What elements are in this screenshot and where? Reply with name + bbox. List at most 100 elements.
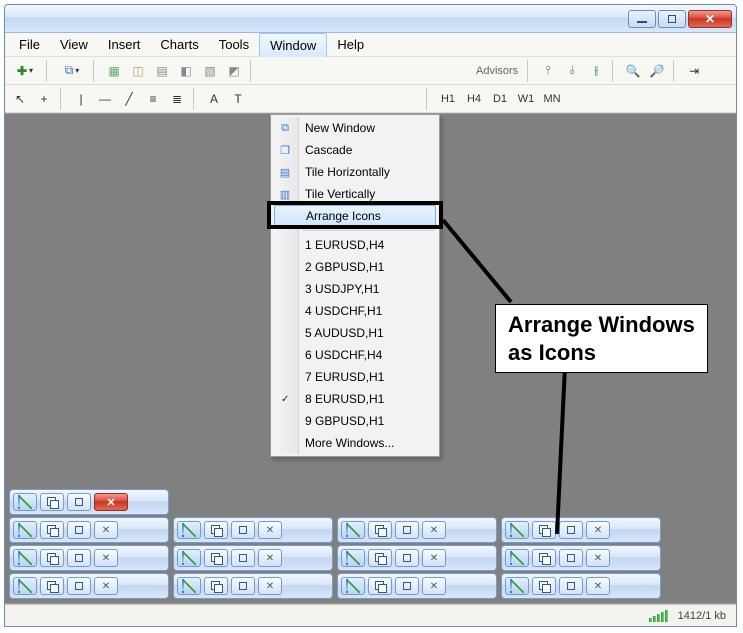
minwin-restore-button[interactable] [368,549,392,567]
strategy-tester-button[interactable]: ◧ [175,60,197,82]
minwin-close-button[interactable]: ✕ [94,549,118,567]
minimized-window[interactable]: ✕ [501,517,661,543]
indicator-button-1[interactable]: ⫯ [537,60,559,82]
minwin-close-button[interactable]: ✕ [258,549,282,567]
minimized-window[interactable]: ✕ [337,545,497,571]
text-button[interactable]: A [203,88,225,110]
menu-insert[interactable]: Insert [98,33,151,56]
menu-help[interactable]: Help [327,33,374,56]
minimized-window[interactable]: ✕ [9,489,169,515]
minwin-maximize-button[interactable] [395,577,419,595]
minwin-restore-button[interactable] [368,521,392,539]
minimized-window[interactable]: ✕ [173,573,333,599]
minwin-maximize-button[interactable] [395,549,419,567]
new-chart-button[interactable]: ✚▾ [9,60,41,82]
minwin-maximize-button[interactable] [67,493,91,511]
minimized-window[interactable]: ✕ [337,573,497,599]
timeframe-h1[interactable]: H1 [436,88,460,110]
minwin-maximize-button[interactable] [231,549,255,567]
menu-window-9[interactable]: 9 GBPUSD,H1 [273,410,437,432]
minwin-close-button[interactable]: ✕ [422,549,446,567]
window-maximize-button[interactable] [658,10,686,28]
minwin-maximize-button[interactable] [67,577,91,595]
navigator-button[interactable]: ◫ [127,60,149,82]
trendline-button[interactable]: ╱ [118,88,140,110]
minwin-restore-button[interactable] [532,521,556,539]
menu-file[interactable]: File [9,33,50,56]
menu-arrange-icons[interactable]: Arrange Icons [274,205,436,227]
menu-window-7[interactable]: 7 EURUSD,H1 [273,366,437,388]
minwin-restore-button[interactable] [204,521,228,539]
minwin-restore-button[interactable] [532,549,556,567]
menu-tile-horizontally[interactable]: ▤ Tile Horizontally [273,161,437,183]
vline-button[interactable]: | [70,88,92,110]
minwin-restore-button[interactable] [368,577,392,595]
minwin-maximize-button[interactable] [231,577,255,595]
minwin-close-button[interactable]: ✕ [94,493,128,511]
timeframe-d1[interactable]: D1 [488,88,512,110]
minwin-maximize-button[interactable] [67,549,91,567]
minwin-close-button[interactable]: ✕ [258,577,282,595]
minwin-maximize-button[interactable] [395,521,419,539]
minimized-window[interactable]: ✕ [501,573,661,599]
minwin-close-button[interactable]: ✕ [422,521,446,539]
menu-window-8[interactable]: ✓ 8 EURUSD,H1 [273,388,437,410]
zoom-in-button[interactable]: 🔍 [622,60,644,82]
minimized-window[interactable]: ✕ [9,545,169,571]
indicator-button-3[interactable]: ⫲ [585,60,607,82]
minimized-window[interactable]: ✕ [337,517,497,543]
fibo-button[interactable]: ≣ [166,88,188,110]
menu-tile-vertically[interactable]: ▥ Tile Vertically [273,183,437,205]
minwin-restore-button[interactable] [40,493,64,511]
data-window-button[interactable]: ▧ [199,60,221,82]
minwin-close-button[interactable]: ✕ [94,521,118,539]
minwin-maximize-button[interactable] [231,521,255,539]
minwin-restore-button[interactable] [204,577,228,595]
minwin-maximize-button[interactable] [67,521,91,539]
menu-window-2[interactable]: 2 GBPUSD,H1 [273,256,437,278]
minwin-close-button[interactable]: ✕ [94,577,118,595]
cursor-button[interactable]: ↖ [9,88,31,110]
terminal-button[interactable]: ▤ [151,60,173,82]
window-close-button[interactable]: ✕ [688,10,732,28]
minwin-restore-button[interactable] [40,577,64,595]
menu-window-3[interactable]: 3 USDJPY,H1 [273,278,437,300]
minwin-maximize-button[interactable] [559,521,583,539]
menu-more-windows[interactable]: More Windows... [273,432,437,454]
minwin-restore-button[interactable] [204,549,228,567]
menu-window-6[interactable]: 6 USDCHF,H4 [273,344,437,366]
menu-tools[interactable]: Tools [209,33,259,56]
minwin-maximize-button[interactable] [559,549,583,567]
timeframe-mn[interactable]: MN [540,88,564,110]
timeframe-w1[interactable]: W1 [514,88,538,110]
minwin-close-button[interactable]: ✕ [586,521,610,539]
minwin-maximize-button[interactable] [559,577,583,595]
menu-window[interactable]: Window [259,33,327,57]
timeframe-h4[interactable]: H4 [462,88,486,110]
minwin-close-button[interactable]: ✕ [258,521,282,539]
market-watch-button[interactable]: ▦ [103,60,125,82]
minimized-window[interactable]: ✕ [173,517,333,543]
menu-window-5[interactable]: 5 AUDUSD,H1 [273,322,437,344]
autoscroll-button[interactable]: ⇥ [683,60,705,82]
crosshair-button[interactable]: + [33,88,55,110]
channel-button[interactable]: ≡ [142,88,164,110]
minimized-window[interactable]: ✕ [173,545,333,571]
profiles-button[interactable]: ⧉▾ [56,60,88,82]
minimized-window[interactable]: ✕ [501,545,661,571]
minwin-close-button[interactable]: ✕ [586,549,610,567]
menu-view[interactable]: View [50,33,98,56]
indicator-button-2[interactable]: ⫰ [561,60,583,82]
menu-window-1[interactable]: 1 EURUSD,H4 [273,234,437,256]
zoom-out-button[interactable]: 🔎 [646,60,668,82]
window-minimize-button[interactable] [628,10,656,28]
menu-cascade[interactable]: ❐ Cascade [273,139,437,161]
menu-new-window[interactable]: ⧉ New Window [273,117,437,139]
minwin-close-button[interactable]: ✕ [586,577,610,595]
new-order-button[interactable]: ◩ [223,60,245,82]
minimized-window[interactable]: ✕ [9,517,169,543]
minwin-restore-button[interactable] [532,577,556,595]
minwin-restore-button[interactable] [40,549,64,567]
hline-button[interactable]: — [94,88,116,110]
minwin-restore-button[interactable] [40,521,64,539]
